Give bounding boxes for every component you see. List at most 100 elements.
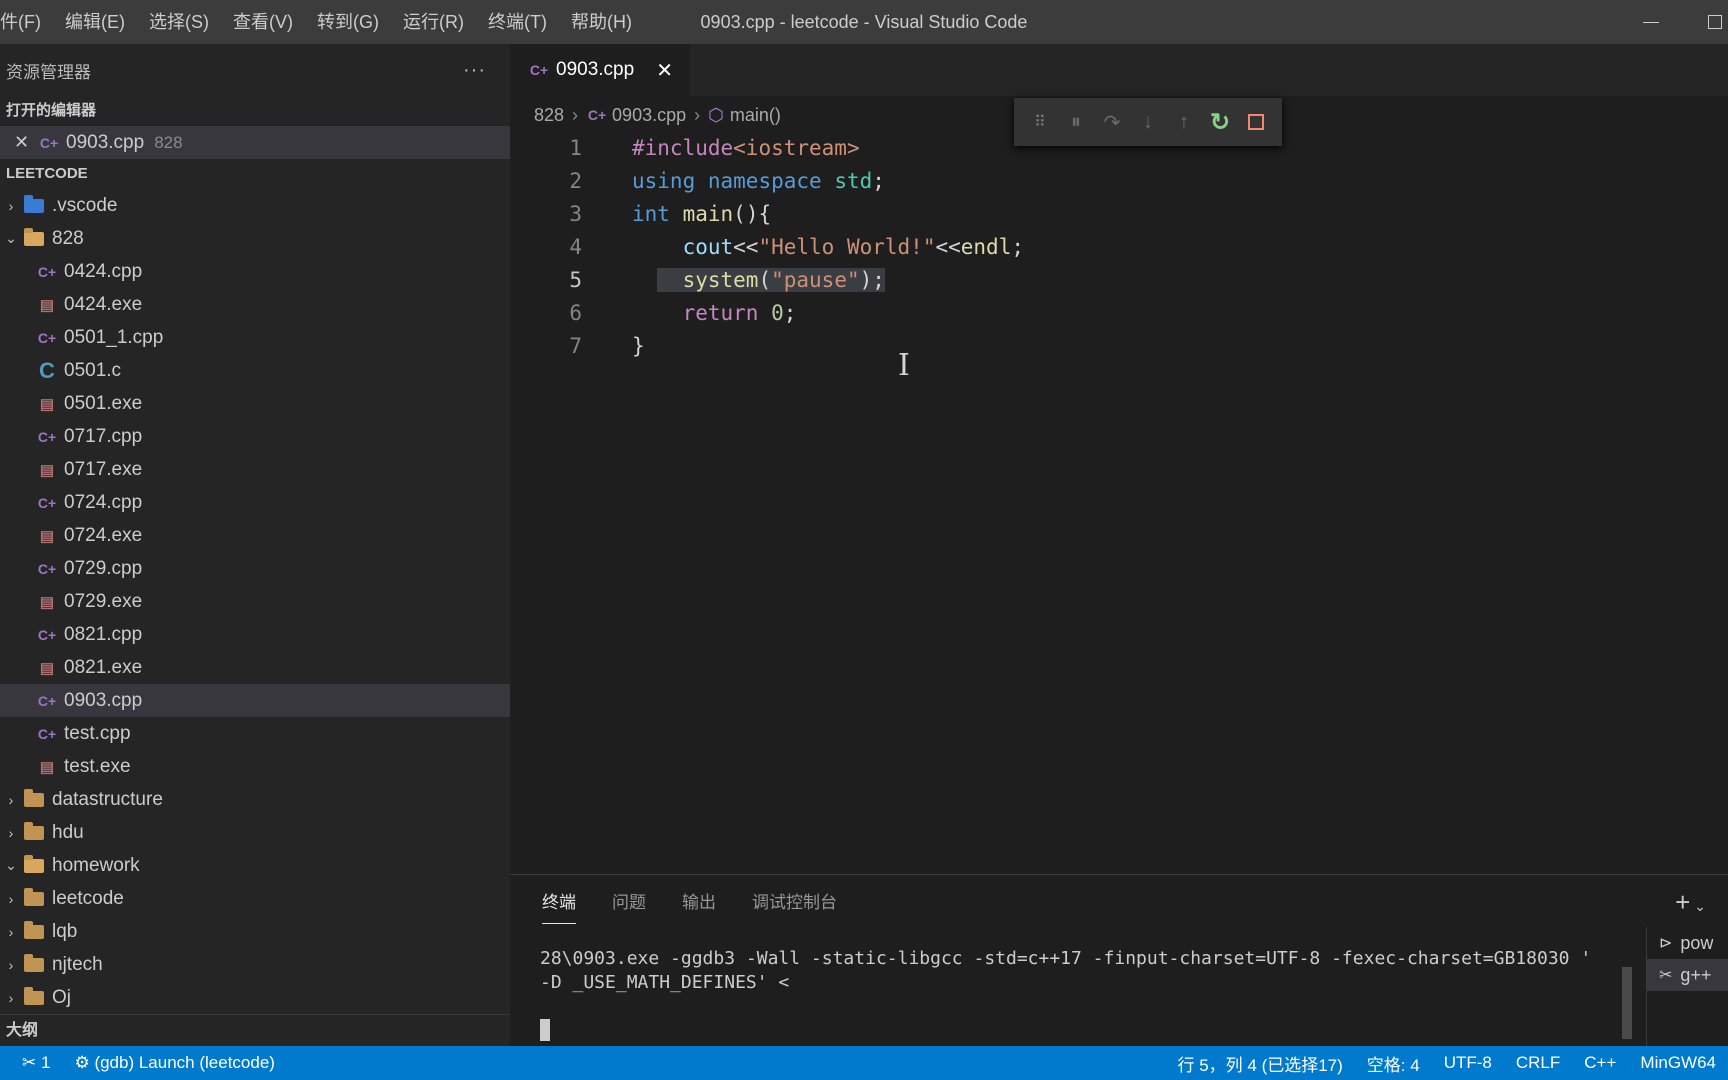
language-mode[interactable]: C++ — [1572, 1053, 1628, 1073]
file-item[interactable]: ▤ test.exe — [0, 750, 510, 783]
folder-item[interactable]: › Oj — [0, 981, 510, 1014]
indentation[interactable]: 空格: 4 — [1355, 1051, 1432, 1076]
file-item[interactable]: C+ 0821.cpp — [0, 618, 510, 651]
file-item-active[interactable]: C+ 0903.cpp — [0, 684, 510, 717]
binary-file-icon: ▤ — [39, 593, 55, 611]
file-item[interactable]: C+ 0724.cpp — [0, 486, 510, 519]
file-item[interactable]: C+ 0717.cpp — [0, 420, 510, 453]
explorer-title: 资源管理器 — [6, 62, 91, 82]
line-number: 1 — [569, 135, 582, 160]
chevron-right-icon: › — [8, 197, 14, 214]
folder-vscode[interactable]: › .vscode — [0, 189, 510, 222]
file-item[interactable]: C+ 0424.cpp — [0, 255, 510, 288]
file-item[interactable]: C 0501.c — [0, 354, 510, 387]
folder-label: datastructure — [52, 788, 163, 810]
new-terminal-button[interactable]: + ⌄ — [1675, 887, 1706, 918]
file-item[interactable]: C+ 0501_1.cpp — [0, 321, 510, 354]
outline-header[interactable]: 大纲 — [0, 1014, 510, 1046]
workspace-header[interactable]: LEETCODE — [0, 159, 510, 189]
file-item[interactable]: ▤ 0729.exe — [0, 585, 510, 618]
launch-config[interactable]: ⚙ (gdb) Launch (leetcode) — [62, 1053, 287, 1073]
menu-selection[interactable]: 选择(S) — [137, 0, 221, 44]
tab-debug-console[interactable]: 调试控制台 — [752, 888, 837, 918]
launch-label: (gdb) Launch (leetcode) — [94, 1053, 275, 1072]
close-icon[interactable]: ✕ — [14, 132, 36, 153]
explorer-sidebar: 资源管理器 ··· 打开的编辑器 ✕ C+ 0903.cpp 828 LEETC… — [0, 44, 510, 1046]
folder-item[interactable]: ⌄ homework — [0, 849, 510, 882]
code-editor[interactable]: 1 #include<iostream> 2 using namespace std… — [510, 131, 1728, 362]
folder-item[interactable]: › lqb — [0, 915, 510, 948]
code-line: 2 using namespace std; — [510, 164, 1728, 197]
folder-item[interactable]: › hdu — [0, 816, 510, 849]
open-editor-name: 0903.cpp — [66, 131, 145, 153]
vscode-folder-icon — [24, 194, 44, 213]
code-line: 3 int main(){ — [510, 197, 1728, 230]
menu-view[interactable]: 查看(V) — [221, 0, 305, 44]
maximize-button[interactable] — [1690, 0, 1728, 44]
menu-run[interactable]: 运行(R) — [391, 0, 476, 44]
code-text: #include<iostream> — [632, 135, 860, 160]
tab-problems[interactable]: 问题 — [612, 888, 646, 918]
terminal-list: ⊳ pow ✂ g++ — [1646, 927, 1728, 1047]
menu-terminal[interactable]: 终端(T) — [476, 0, 559, 44]
c-file-icon: C — [39, 357, 55, 383]
cube-icon: ⬡ — [708, 104, 724, 125]
folder-label: hdu — [52, 821, 84, 843]
folder-item[interactable]: › leetcode — [0, 882, 510, 915]
file-name: 0724.exe — [64, 524, 143, 546]
terminal-icon: ⊳ — [1659, 935, 1673, 952]
panel-tabs: 终端 问题 输出 调试控制台 — [510, 875, 1728, 931]
more-actions-icon[interactable]: ··· — [463, 59, 486, 82]
plus-icon: + — [1675, 887, 1691, 917]
code-text: return 0; — [682, 300, 797, 325]
terminal-scrollbar[interactable] — [1622, 967, 1632, 1039]
breadcrumb-file[interactable]: 0903.cpp — [612, 105, 686, 126]
folder-item[interactable]: › datastructure — [0, 783, 510, 816]
debug-status[interactable]: ✂ 1 — [0, 1053, 62, 1073]
file-name: 0501.c — [64, 359, 122, 381]
terminal-output[interactable]: 28\0903.exe -ggdb3 -Wall -static-libgcc … — [540, 947, 1591, 995]
breadcrumb-symbol[interactable]: main() — [730, 105, 781, 126]
tab-0903-cpp[interactable]: C+ 0903.cpp ✕ — [510, 44, 690, 96]
file-item[interactable]: C+ 0729.cpp — [0, 552, 510, 585]
menu-help[interactable]: 帮助(H) — [559, 0, 644, 44]
terminal-item-label: pow — [1680, 932, 1714, 953]
tools-icon: ✂ — [1659, 967, 1673, 984]
line-ending[interactable]: CRLF — [1504, 1053, 1572, 1073]
cursor-position[interactable]: 行 5，列 4 (已选择17) — [1165, 1051, 1354, 1076]
terminal-item-gpp[interactable]: ✂ g++ — [1647, 959, 1728, 991]
file-name: 0821.exe — [64, 656, 143, 678]
menu-bar: 件(F) 编辑(E) 选择(S) 查看(V) 转到(G) 运行(R) 终端(T)… — [0, 0, 644, 44]
file-item[interactable]: ▤ 0424.exe — [0, 288, 510, 321]
menu-file[interactable]: 件(F) — [0, 0, 53, 44]
folder-item[interactable]: › njtech — [0, 948, 510, 981]
file-item[interactable]: ▤ 0501.exe — [0, 387, 510, 420]
line-number: 4 — [569, 234, 582, 259]
folder-label: leetcode — [52, 887, 124, 909]
terminal-item-powershell[interactable]: ⊳ pow — [1647, 927, 1728, 959]
line-number: 2 — [569, 168, 582, 193]
encoding[interactable]: UTF-8 — [1432, 1053, 1504, 1073]
folder-label: lqb — [52, 920, 78, 942]
file-item[interactable]: ▤ 0724.exe — [0, 519, 510, 552]
binary-file-icon: ▤ — [39, 395, 55, 413]
tab-output[interactable]: 输出 — [682, 888, 716, 918]
file-name: test.exe — [64, 755, 131, 777]
code-text: system("pause"); — [632, 267, 885, 292]
close-icon[interactable]: ✕ — [656, 58, 673, 83]
file-item[interactable]: ▤ 0821.exe — [0, 651, 510, 684]
file-item[interactable]: ▤ 0717.exe — [0, 453, 510, 486]
open-editor-item[interactable]: ✕ C+ 0903.cpp 828 — [0, 126, 510, 159]
chevron-right-icon: › — [8, 989, 14, 1006]
folder-828[interactable]: ⌄ 828 — [0, 222, 510, 255]
folder-open-icon — [24, 227, 44, 246]
compiler-env[interactable]: MinGW64 — [1628, 1053, 1728, 1073]
menu-edit[interactable]: 编辑(E) — [53, 0, 137, 44]
breadcrumb-folder[interactable]: 828 — [534, 105, 564, 126]
tab-terminal[interactable]: 终端 — [542, 888, 576, 924]
menu-go[interactable]: 转到(G) — [305, 0, 391, 44]
file-item[interactable]: C+ test.cpp — [0, 717, 510, 750]
minimize-button[interactable] — [1626, 0, 1676, 44]
open-editors-header[interactable]: 打开的编辑器 — [0, 96, 510, 126]
folder-icon — [24, 953, 44, 972]
